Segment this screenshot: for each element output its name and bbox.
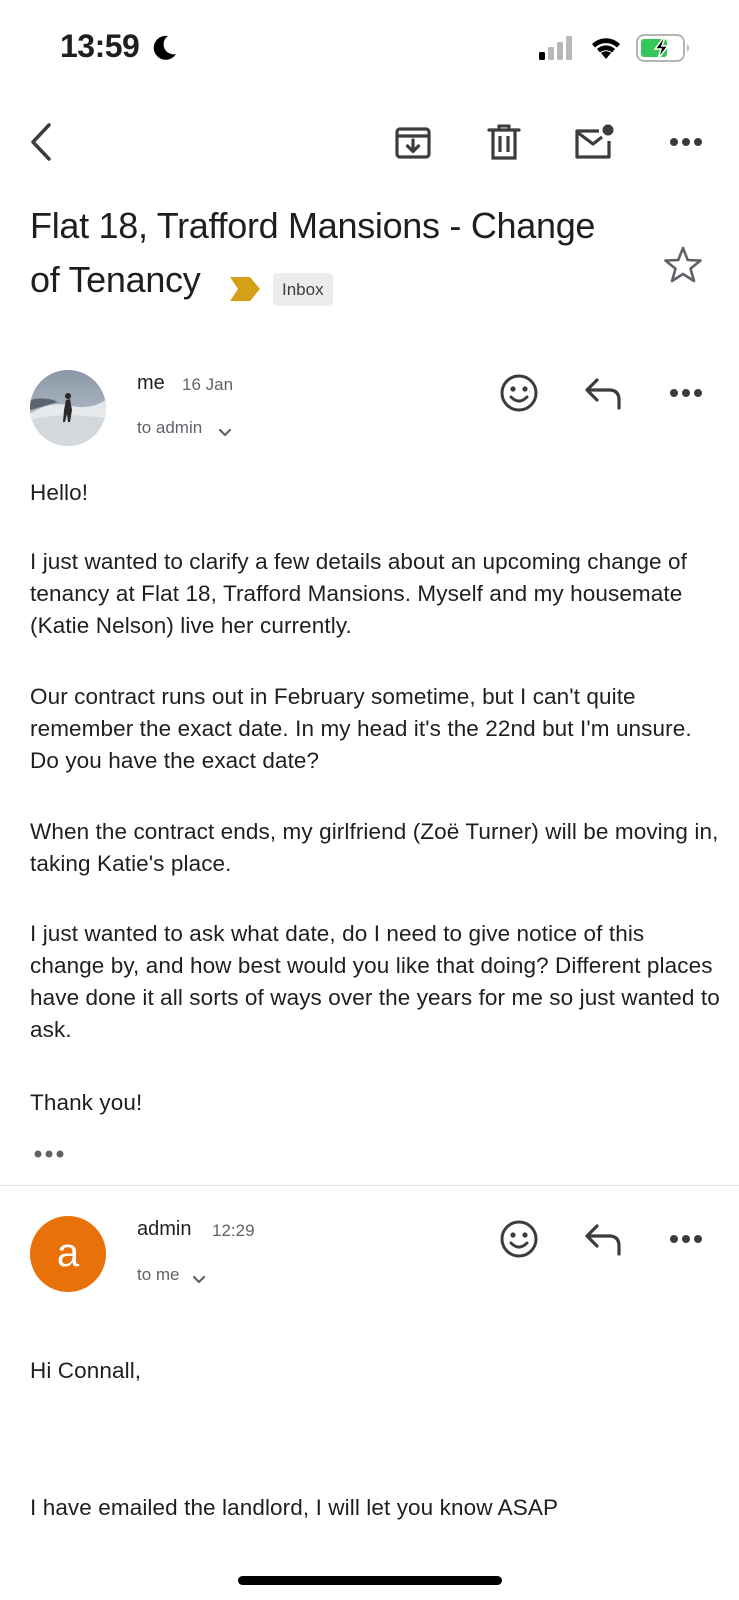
message-paragraph: Thank you! bbox=[30, 1090, 143, 1115]
trash-icon[interactable] bbox=[480, 118, 528, 166]
chevron-down-icon[interactable] bbox=[218, 425, 232, 443]
message-date: 16 Jan bbox=[182, 375, 234, 394]
more-icon[interactable] bbox=[662, 118, 710, 166]
message-paragraph: I just wanted to clarify a few details a… bbox=[30, 549, 687, 638]
status-time: 13:59 bbox=[60, 28, 140, 64]
avatar[interactable]: a bbox=[30, 1216, 106, 1292]
subject-title: Flat 18, Trafford Mansions - Change bbox=[30, 205, 596, 246]
message-date: 12:29 bbox=[212, 1221, 255, 1240]
battery-charging-icon bbox=[636, 34, 692, 67]
star-icon[interactable] bbox=[663, 246, 703, 289]
emoji-reaction-icon[interactable] bbox=[495, 369, 543, 417]
mark-unread-icon[interactable] bbox=[570, 118, 618, 166]
home-indicator[interactable] bbox=[238, 1576, 502, 1585]
moon-icon bbox=[152, 34, 178, 67]
inbox-label-chip[interactable]: Inbox bbox=[273, 273, 333, 306]
cellular-signal-icon bbox=[539, 36, 573, 65]
avatar[interactable] bbox=[30, 370, 106, 446]
message-paragraph: Hello! bbox=[30, 480, 89, 505]
message-paragraph: I just wanted to ask what date, do I nee… bbox=[30, 921, 720, 1042]
recipients-toggle[interactable]: to admin bbox=[137, 418, 202, 438]
emoji-reaction-icon[interactable] bbox=[495, 1215, 543, 1263]
sender-name[interactable]: admin bbox=[137, 1218, 191, 1241]
reply-icon[interactable] bbox=[579, 369, 627, 417]
importance-marker-icon[interactable] bbox=[228, 275, 262, 308]
more-icon[interactable] bbox=[662, 369, 710, 417]
subject-title-continued: of Tenancy bbox=[30, 259, 201, 300]
message-paragraph: When the contract ends, my girlfriend (Z… bbox=[30, 819, 719, 876]
wifi-icon bbox=[590, 34, 622, 65]
message-paragraph: I have emailed the landlord, I will let … bbox=[30, 1495, 559, 1520]
show-trimmed-content-icon[interactable] bbox=[33, 1146, 65, 1164]
recipients-toggle[interactable]: to me bbox=[137, 1265, 180, 1285]
message-divider bbox=[0, 1185, 739, 1186]
archive-icon[interactable] bbox=[389, 118, 437, 166]
reply-icon[interactable] bbox=[579, 1215, 627, 1263]
more-icon[interactable] bbox=[662, 1215, 710, 1263]
chevron-down-icon[interactable] bbox=[192, 1272, 206, 1290]
sender-name[interactable]: me bbox=[137, 372, 165, 395]
message-paragraph: Hi Connall, bbox=[30, 1358, 142, 1383]
back-icon[interactable] bbox=[18, 118, 66, 166]
message-paragraph: Our contract runs out in February someti… bbox=[30, 684, 692, 773]
